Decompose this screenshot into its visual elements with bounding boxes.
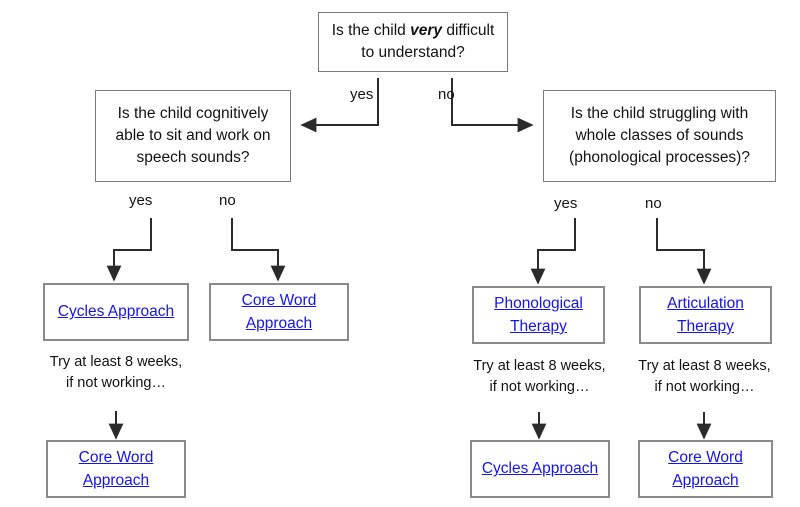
core-word-approach-right-final-link-line2[interactable]: Approach [672,469,738,492]
edge-label-right-yes: yes [554,195,578,212]
phonological-therapy-link-line1[interactable]: Phonological [494,292,583,315]
root-question-line1: Is the child very difficult [331,22,495,39]
caption-right-retry-line1: Try at least 8 weeks, [638,358,771,374]
edge-label-right-no: no [645,195,662,212]
caption-mid-retry: Try at least 8 weeks, if not working… [452,356,627,398]
left-question-line1: Is the child cognitively [117,105,269,122]
edge-right-no-to-articulation [656,218,712,285]
edge-label-root-no: no [438,86,455,103]
core-word-approach-left-final-link-line1[interactable]: Core Word [79,446,154,469]
core-word-approach-left-link-line2[interactable]: Approach [246,312,312,335]
cycles-approach-right-final-link[interactable]: Cycles Approach [482,457,598,480]
left-question-line2: able to sit and work on [115,127,271,144]
caption-left-retry-line1: Try at least 8 weeks, [49,354,183,370]
phonological-therapy-link-line2[interactable]: Therapy [510,315,567,338]
connector-lines [106,78,712,440]
caption-mid-retry-line2: if not working… [489,379,590,396]
node-root-question[interactable]: Is the child very difficult to understan… [318,12,508,72]
node-left-question[interactable]: Is the child cognitively able to sit and… [95,90,291,182]
core-word-approach-right-final-link-line1[interactable]: Core Word [668,446,743,469]
caption-right-retry: Try at least 8 weeks, if not working… [617,356,792,398]
right-question-line1: Is the child struggling with [570,105,749,122]
node-cycles-approach-right-final[interactable]: Cycles Approach [470,440,610,498]
core-word-approach-left-link-line1[interactable]: Core Word [242,289,317,312]
node-cycles-approach-left[interactable]: Cycles Approach [43,283,189,341]
core-word-approach-left-final-link-line2[interactable]: Approach [83,469,149,492]
articulation-therapy-link-line1[interactable]: Articulation [667,292,744,315]
right-question-line3: (phonological processes)? [569,149,750,166]
edge-label-left-no: no [219,192,236,209]
articulation-therapy-link-line2[interactable]: Therapy [677,315,734,338]
node-right-question[interactable]: Is the child struggling with whole class… [543,90,776,182]
edge-left-no-to-coreword [231,218,286,282]
edge-root-to-right-question [451,78,534,133]
caption-left-retry: Try at least 8 weeks, if not working… [16,352,216,394]
edge-label-root-yes: yes [350,86,374,103]
edge-right-yes-to-phonological [530,218,576,285]
caption-left-retry-line2: if not working… [66,375,166,392]
node-phonological-therapy[interactable]: Phonological Therapy [472,286,605,344]
flowchart-canvas: Is the child very difficult to understan… [0,0,800,507]
caption-right-retry-line2: if not working… [654,379,755,396]
node-core-word-approach-right-final[interactable]: Core Word Approach [638,440,773,498]
caption-mid-retry-line1: Try at least 8 weeks, [473,358,606,374]
node-articulation-therapy[interactable]: Articulation Therapy [639,286,772,344]
left-question-line3: speech sounds? [136,149,250,166]
node-core-word-approach-left[interactable]: Core Word Approach [209,283,349,341]
root-question-line2: to understand? [361,44,465,61]
cycles-approach-left-link[interactable]: Cycles Approach [58,300,174,323]
edge-left-yes-to-cycles [106,218,152,282]
root-question-emphasis: very [410,22,443,39]
edge-label-left-yes: yes [129,192,153,209]
node-core-word-approach-left-final[interactable]: Core Word Approach [46,440,186,498]
right-question-line2: whole classes of sounds [575,127,744,144]
